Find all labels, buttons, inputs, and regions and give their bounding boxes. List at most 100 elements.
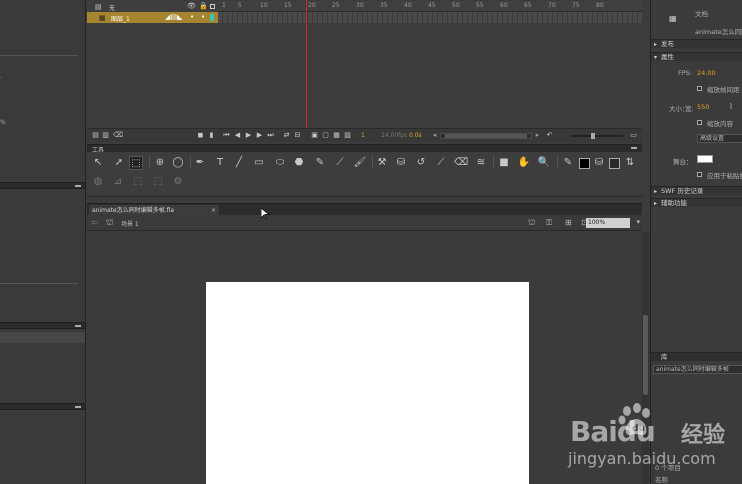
panel-menu-icon[interactable] [75, 325, 81, 327]
prev-frame-icon[interactable]: ◀ [234, 132, 241, 139]
edit-scene-icon[interactable]: ⛫ [528, 218, 535, 228]
lock-dot[interactable]: • [201, 13, 205, 21]
panel-menu-icon[interactable] [631, 147, 637, 149]
left-panel-bar-3[interactable] [0, 403, 85, 410]
eyedropper-tool-icon[interactable]: ⟋ [434, 156, 448, 170]
zoom-select[interactable]: 100% [586, 218, 630, 228]
straighten-icon[interactable]: ⬚ [151, 175, 165, 189]
fps-readout[interactable]: 24.00fps [381, 132, 407, 139]
library-tab[interactable]: 库 [651, 352, 742, 361]
timeline-hscroll[interactable] [440, 133, 532, 139]
width-value[interactable]: 550 [697, 103, 709, 111]
camera-icon[interactable]: ◼ [197, 132, 204, 139]
oval-tool-icon[interactable]: ⬭ [273, 156, 287, 170]
hand-tool-icon[interactable]: ✋ [517, 156, 531, 170]
free-transform-tool-icon[interactable]: ⬚ [129, 156, 143, 170]
smooth-icon[interactable]: ⬚ [131, 175, 145, 189]
tools-panel-header[interactable]: 工具 [87, 144, 642, 154]
eraser-tool-icon[interactable]: ⌫ [454, 156, 468, 170]
lock-icon[interactable]: 🔒 [199, 2, 208, 10]
layer-header[interactable]: ▤ 无 👁 🔒 [87, 1, 218, 12]
width-tool-icon[interactable]: ≋ [474, 156, 488, 170]
panel-menu-icon[interactable] [75, 406, 81, 408]
frame-cells[interactable] [218, 12, 642, 23]
edit-symbols-icon[interactable]: ⚿ [546, 218, 552, 228]
fps-value[interactable]: 24.00 [697, 69, 716, 77]
elapsed-readout[interactable]: 0.0s [409, 132, 422, 139]
last-frame-icon[interactable]: ⏭ [267, 132, 274, 139]
onion-skin-icon[interactable]: ▣ [311, 132, 318, 139]
chevron-down-icon[interactable]: ▾ [636, 218, 640, 226]
stroke-color-swatch[interactable] [579, 158, 590, 169]
panel-menu-icon[interactable] [75, 185, 81, 187]
publish-section-header[interactable]: ▸ 发布 [651, 39, 742, 48]
loop-back-icon[interactable]: ↶ [546, 132, 553, 139]
scroll-left-icon[interactable]: ◂ [431, 132, 438, 139]
scrollbar-thumb[interactable] [643, 315, 648, 395]
pencil-tool-icon[interactable]: ✎ [313, 156, 327, 170]
frame-size-slider[interactable] [571, 133, 623, 139]
paint-brush-tool-icon[interactable]: ⟋ [333, 156, 347, 170]
delete-layer-icon[interactable]: ⌫ [113, 132, 123, 139]
polystar-tool-icon[interactable]: ⬣ [292, 156, 306, 170]
lasso-tool-icon[interactable]: ◯ [171, 156, 185, 170]
gear-icon[interactable]: ⚙ [171, 175, 185, 189]
outline-icon[interactable] [210, 4, 215, 9]
onion-outline-icon[interactable]: ▢ [322, 132, 329, 139]
layer-row[interactable]: ▦ 图层_1 ◢▤◣ • • [87, 12, 642, 23]
paint-bucket-tool-icon[interactable]: ⛁ [394, 156, 408, 170]
apply-pasteboard-checkbox[interactable] [697, 172, 702, 177]
left-panel-row[interactable] [0, 332, 85, 343]
brush-tool-icon[interactable]: 🖌 [353, 156, 367, 170]
layer-color-chip[interactable] [210, 14, 214, 21]
line-tool-icon[interactable]: ╱ [232, 156, 246, 170]
swf-history-section-header[interactable]: ▸ SWF 历史记录 [651, 186, 742, 195]
loop-icon[interactable]: ⇄ [283, 132, 290, 139]
bone-tool-icon[interactable]: ⚒ [375, 156, 389, 170]
scale-content-checkbox[interactable] [697, 120, 702, 125]
layer-name-cell[interactable]: ▦ 图层_1 ◢▤◣ • • [87, 12, 218, 23]
selection-tool-icon[interactable]: ↖ [91, 156, 105, 170]
playhead[interactable] [306, 0, 307, 128]
properties-section-header[interactable]: ▾ 属性 [651, 52, 742, 61]
center-stage-icon[interactable]: ⊞ [565, 218, 572, 227]
zoom-tool-icon[interactable]: 🔍 [537, 156, 551, 170]
fill-color-icon[interactable]: ⛁ [592, 156, 606, 170]
first-frame-icon[interactable]: ⏮ [223, 132, 230, 139]
link-icon[interactable]: ⌇ [729, 102, 733, 111]
timeline-options-icon[interactable]: ▭ [630, 132, 637, 139]
next-frame-icon[interactable]: ▶ [256, 132, 263, 139]
library-name-column[interactable]: 名称 [655, 474, 668, 484]
advanced-settings-button[interactable]: 高级设置 [697, 134, 742, 143]
stage-color-swatch[interactable] [697, 155, 713, 163]
breadcrumb[interactable]: 场景 1 [121, 219, 139, 228]
stroke-color-icon[interactable]: ✎ [561, 156, 575, 170]
subselection-tool-icon[interactable]: ➚ [112, 156, 126, 170]
eye-icon[interactable]: 👁 [187, 2, 196, 10]
back-arrow-icon[interactable]: ⇦ [91, 218, 98, 227]
current-frame-readout[interactable]: 1 [361, 132, 365, 139]
center-frame-icon[interactable]: ⊟ [294, 132, 301, 139]
accessibility-section-header[interactable]: ▸ 辅助功能 [651, 198, 742, 207]
play-icon[interactable]: ▶ [245, 132, 252, 139]
fill-color-swatch[interactable] [609, 158, 620, 169]
visibility-dot[interactable]: • [190, 13, 194, 21]
snap-icon[interactable]: ⊿ [111, 175, 125, 189]
stage[interactable] [206, 282, 529, 484]
ink-bottle-tool-icon[interactable]: ↺ [414, 156, 428, 170]
pen-tool-icon[interactable]: ✒ [193, 156, 207, 170]
frame-ruler[interactable]: 1 5 10 15 20 25 30 35 40 45 50 55 60 65 … [218, 1, 642, 12]
slider-handle[interactable] [591, 133, 595, 139]
3d-rotation-tool-icon[interactable]: ⊕ [153, 156, 167, 170]
left-panel-bar-2[interactable] [0, 322, 85, 329]
text-tool-icon[interactable]: T [213, 156, 227, 170]
scale-spans-checkbox[interactable] [697, 86, 702, 91]
rectangle-tool-icon[interactable]: ▭ [252, 156, 266, 170]
edit-multiple-frames-icon[interactable]: ▦ [333, 132, 340, 139]
object-drawing-icon[interactable]: ◍ [91, 175, 105, 189]
camera-tool-icon[interactable]: ■ [497, 156, 511, 170]
library-document-select[interactable]: animate怎么同时编辑多帧 [653, 365, 742, 374]
scroll-right-icon[interactable]: ▸ [534, 132, 541, 139]
modify-markers-icon[interactable]: ▧ [344, 132, 351, 139]
swap-colors-icon[interactable]: ⇅ [623, 156, 637, 170]
